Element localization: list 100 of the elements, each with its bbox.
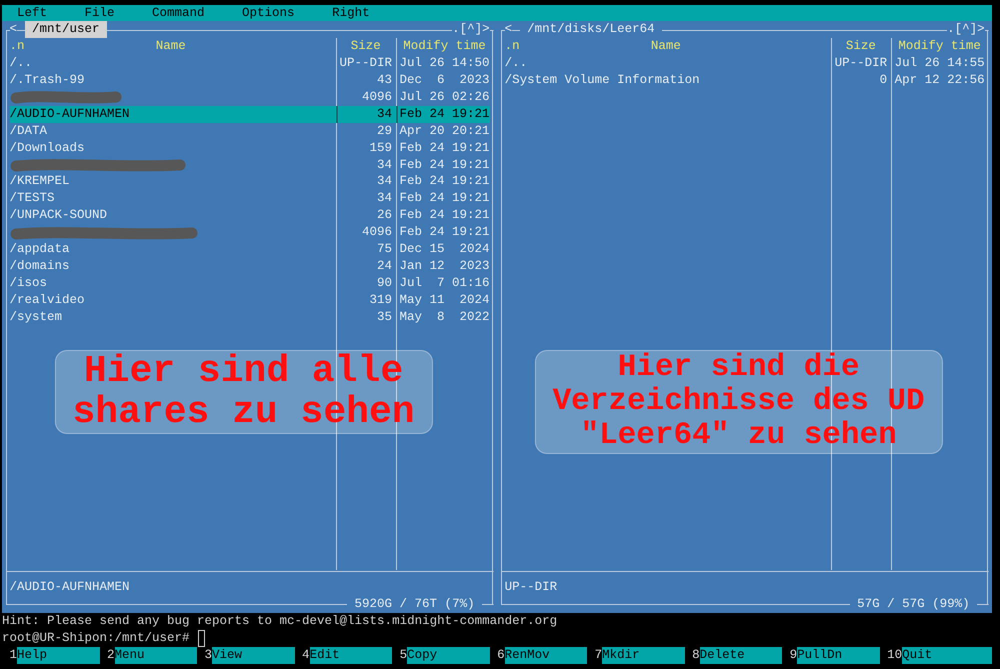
file-row[interactable]: /.. UP--DIR Jul 26 14:55 [504, 55, 985, 72]
menu-item[interactable]: Command [152, 4, 205, 22]
file-date: May 8 2022 [400, 308, 490, 326]
file-row[interactable]: /.Trash-99 43 Dec 6 2023 [10, 72, 490, 89]
file-row[interactable]: /realvideo 319 May 11 2024 [10, 292, 490, 309]
mini-status: UP--DIR [504, 579, 558, 596]
file-size: 90 [376, 274, 392, 292]
file-date: Feb 24 19:21 [400, 173, 490, 190]
key-number: 5 [400, 646, 408, 664]
column-header[interactable]: Modify time [400, 38, 490, 56]
file-name: /DATA [10, 122, 48, 140]
file-name: /KREMPEL [10, 173, 71, 190]
cursor-icon [198, 630, 206, 647]
file-row[interactable]: /System Volume Information 0 Apr 12 22:56 [504, 72, 985, 89]
file-name: /system [10, 308, 64, 326]
function-key-button[interactable]: Help [17, 646, 100, 664]
function-key-button[interactable]: View [212, 646, 295, 664]
column-header[interactable]: Modify time [894, 38, 985, 56]
file-row[interactable]: /isos 90 Jul 7 01:16 [10, 274, 490, 292]
file-size: 319 [368, 292, 392, 309]
sort-indicator[interactable]: .n [504, 38, 520, 56]
key-number: 7 [594, 646, 602, 664]
file-date: Jul 26 14:50 [400, 55, 490, 72]
annotation-note: Hier sind alle shares zu sehen [54, 350, 433, 434]
file-size: 0 [878, 72, 888, 89]
file-row[interactable]: /KREMPEL 34 Feb 24 19:21 [10, 173, 490, 190]
file-row[interactable]: /AUDIO-AUFNHAMEN 34 Feb 24 19:21 [10, 106, 490, 123]
function-key-button[interactable]: Edit [310, 646, 392, 664]
file-size: UP--DIR [340, 55, 392, 72]
file-size: 24 [376, 258, 392, 275]
key-number: 4 [302, 646, 310, 664]
file-name: /System Volume Information [504, 72, 701, 89]
disk-usage: 5920G / 76T (7%) [347, 596, 482, 613]
file-name: /.Trash-99 [10, 72, 86, 89]
function-key-button[interactable]: RenMov [504, 646, 588, 664]
file-name: /realvideo [10, 292, 86, 309]
file-date: Jul 26 02:26 [400, 88, 490, 106]
menu-item[interactable]: Left [17, 4, 48, 22]
hint-text: Hint: Please send any bug reports to mc-devel@lists.midnight-commander.org [2, 612, 558, 630]
file-date: Dec 6 2023 [400, 72, 490, 89]
file-date: Feb 24 19:21 [400, 106, 490, 123]
annotation-note: Hier sind die Verzeichnisse des UD "Leer64" zu sehen [534, 350, 943, 454]
file-row[interactable]: 34 Feb 24 19:21 [10, 156, 490, 174]
shell-prompt: root@UR-Shipon:/mnt/user# [2, 630, 190, 647]
column-header[interactable]: Name [24, 38, 318, 56]
file-size: 34 [376, 156, 392, 174]
file-size: 159 [368, 140, 392, 157]
file-name: /TESTS [10, 190, 56, 208]
file-row[interactable]: /.. UP--DIR Jul 26 14:50 [10, 55, 490, 72]
file-size: 34 [376, 173, 392, 190]
function-key-button[interactable]: PullDn [797, 646, 880, 664]
function-key-button[interactable]: Mkdir [602, 646, 685, 664]
column-header[interactable]: Size [834, 38, 888, 56]
key-number: 8 [692, 646, 700, 664]
column-header[interactable]: Name [520, 38, 812, 56]
function-key-button[interactable]: Menu [114, 646, 198, 664]
file-date: Jul 26 14:55 [894, 55, 985, 72]
function-key-button[interactable]: Quit [902, 646, 992, 664]
file-row[interactable]: /UNPACK-SOUND 26 Feb 24 19:21 [10, 207, 490, 224]
file-row[interactable]: /appdata 75 Dec 15 2024 [10, 240, 490, 258]
menu-item[interactable]: File [84, 4, 115, 22]
file-name: /domains [10, 258, 71, 275]
disk-usage: 57G / 57G (99%) [850, 596, 978, 613]
key-number: 9 [790, 646, 798, 664]
menu-item[interactable]: Right [332, 4, 370, 22]
file-size: 4096 [361, 88, 392, 106]
file-date: Feb 24 19:21 [400, 156, 490, 174]
mini-status: /AUDIO-AUFNHAMEN [10, 579, 130, 596]
file-date: Apr 12 22:56 [894, 72, 985, 89]
file-size: 29 [376, 122, 392, 140]
file-row[interactable]: /DATA 29 Apr 20 20:21 [10, 122, 490, 140]
file-name: /AUDIO-AUFNHAMEN [10, 106, 131, 123]
file-name: /appdata [10, 240, 71, 258]
file-date: Feb 24 19:21 [400, 207, 490, 224]
file-row[interactable]: /TESTS 34 Feb 24 19:21 [10, 190, 490, 208]
key-number: 6 [497, 646, 505, 664]
file-name: /.. [10, 55, 34, 72]
menu-item[interactable]: Options [242, 4, 295, 22]
file-date: Feb 24 19:21 [400, 190, 490, 208]
file-date: Apr 20 20:21 [400, 122, 490, 140]
file-row[interactable]: /system 35 May 8 2022 [10, 308, 490, 326]
file-size: 34 [376, 106, 392, 123]
file-row[interactable]: /Downloads 159 Feb 24 19:21 [10, 140, 490, 157]
file-row[interactable]: 4096 Feb 24 19:21 [10, 224, 490, 241]
file-size: 4096 [361, 224, 392, 241]
function-key-button[interactable]: Copy [407, 646, 490, 664]
key-number: 2 [107, 646, 115, 664]
file-row[interactable]: /domains 24 Jan 12 2023 [10, 258, 490, 275]
file-size: 26 [376, 207, 392, 224]
key-number: 3 [204, 646, 212, 664]
file-size: 43 [376, 72, 392, 89]
key-number: 10 [887, 646, 902, 664]
file-name: /UNPACK-SOUND [10, 207, 108, 224]
sort-indicator[interactable]: .n [10, 38, 24, 56]
column-header[interactable]: Size [340, 38, 392, 56]
file-date: Jan 12 2023 [400, 258, 490, 275]
file-row[interactable]: 4096 Jul 26 02:26 [10, 88, 490, 106]
file-date: Feb 24 19:21 [400, 140, 490, 157]
function-key-button[interactable]: Delete [700, 646, 782, 664]
file-date: Jul 7 01:16 [400, 274, 490, 292]
